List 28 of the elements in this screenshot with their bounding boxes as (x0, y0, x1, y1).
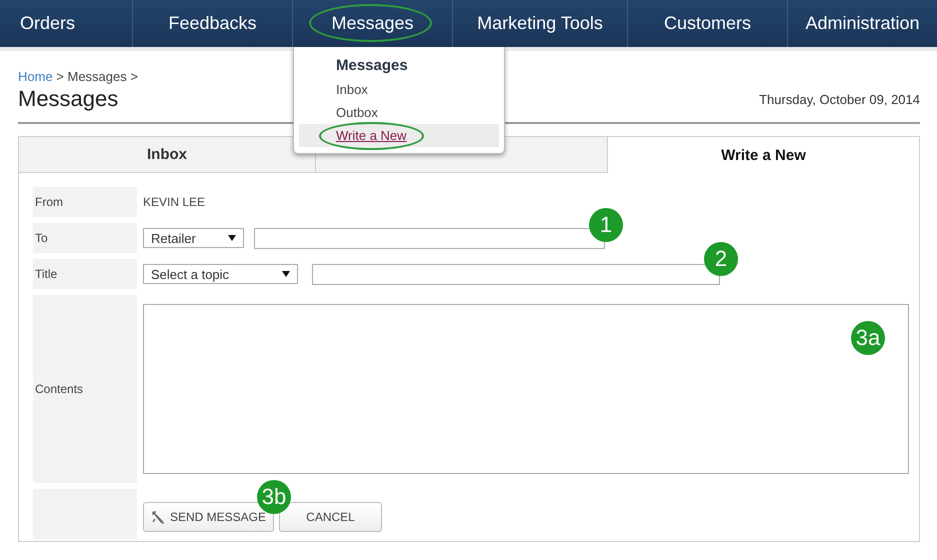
nav-item[interactable]: Orders (20, 13, 76, 34)
caret-icon (282, 271, 290, 277)
date-text: Thursday, October 09, 2014 (759, 92, 920, 109)
field-label: From (33, 187, 137, 217)
pencil-icon (150, 510, 165, 524)
contents-textarea[interactable] (143, 304, 909, 474)
recipient-dropdown[interactable]: Retailer (143, 228, 244, 248)
menu-item[interactable]: Outbox (336, 105, 378, 120)
tab[interactable]: Inbox (19, 137, 316, 173)
menu-heading: Messages (335, 57, 409, 74)
caret-icon (228, 235, 236, 241)
page-title: Messages (18, 86, 120, 112)
field-label: Contents (33, 295, 137, 483)
step-badge: 2 (704, 242, 738, 276)
topic-dropdown[interactable]: Select a topic (143, 264, 298, 284)
breadcrumb-text: > Messages > (55, 69, 138, 84)
field-label: Title (33, 259, 137, 289)
nav-item[interactable]: Administration (805, 13, 920, 34)
field-label: To (33, 223, 137, 253)
nav-item[interactable]: Customers (664, 13, 752, 34)
menu-item[interactable]: Inbox (336, 82, 368, 97)
sender-name: KEVIN LEE (143, 195, 206, 209)
step-badge: 3b (257, 480, 291, 514)
step-badge: 1 (589, 208, 623, 242)
nav-item[interactable]: Messages (331, 13, 414, 34)
breadcrumb-link[interactable]: Home (18, 69, 53, 84)
nav-item[interactable]: Marketing Tools (477, 13, 603, 34)
nav-item[interactable]: Feedbacks (168, 13, 257, 34)
